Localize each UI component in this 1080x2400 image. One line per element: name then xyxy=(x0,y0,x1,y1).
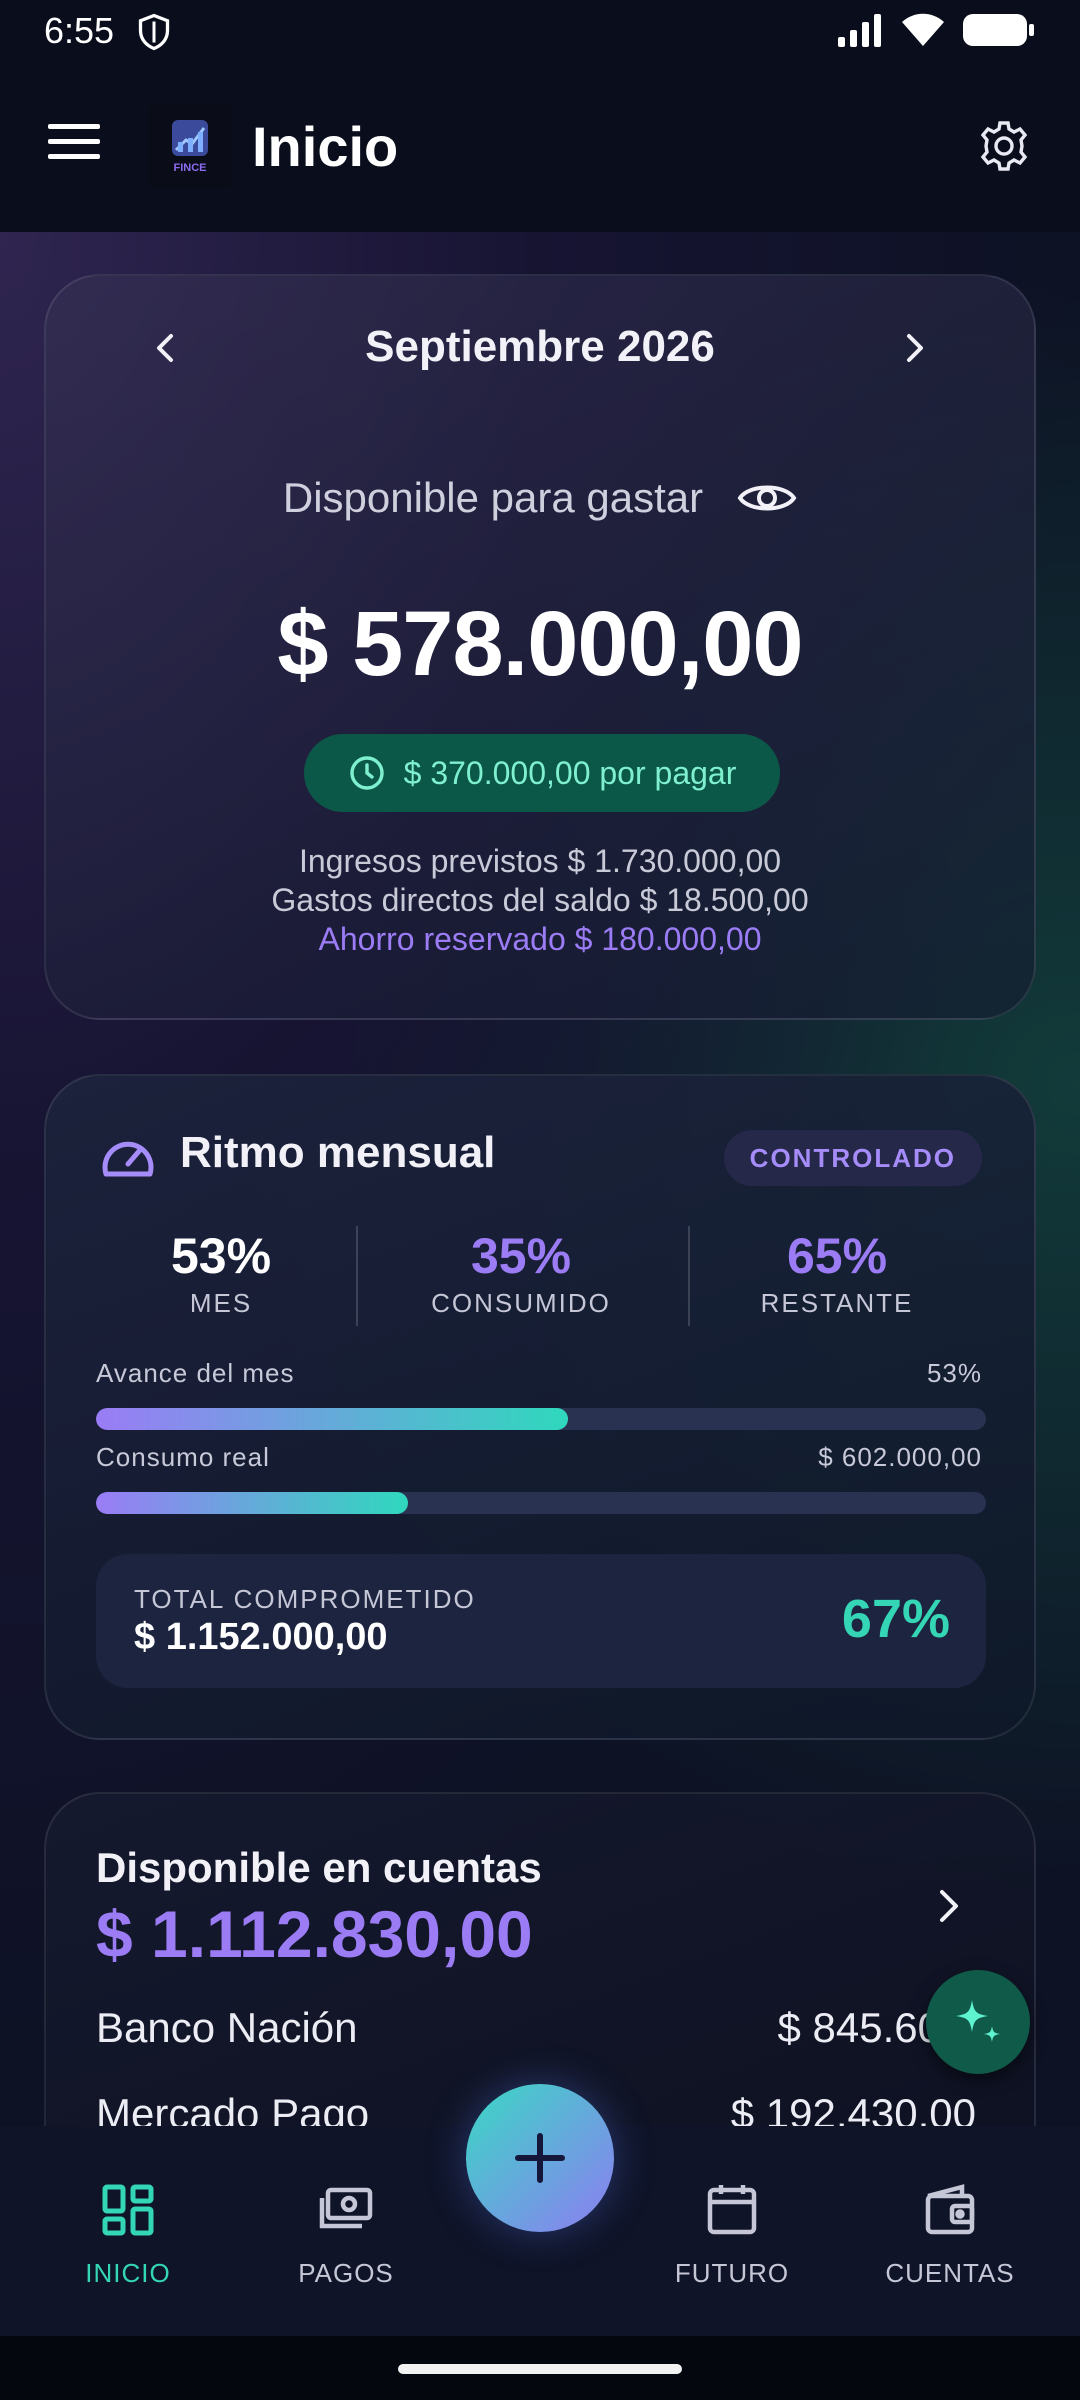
nav-item-cuentas[interactable]: CUENTAS xyxy=(842,2126,1058,2336)
monthly-rhythm-card: Ritmo mensual CONTROLADO 53% MES 35% CON… xyxy=(44,1074,1036,1740)
wallet-icon xyxy=(925,2184,975,2235)
consumption-bar xyxy=(96,1492,986,1514)
payments-icon xyxy=(319,2187,373,2229)
app-bar: FINCE Inicio xyxy=(0,64,1080,232)
month-progress-bar xyxy=(96,1408,986,1430)
month-breakdown: Ingresos previstos $ 1.730.000,00 Gastos… xyxy=(46,842,1034,959)
add-transaction-button[interactable] xyxy=(466,2084,614,2232)
signal-icon xyxy=(838,14,881,47)
app-logo: FINCE xyxy=(148,104,232,188)
account-balance: $ 192.430,00 xyxy=(730,2090,976,2126)
stat-consumed: 35% CONSUMIDO xyxy=(371,1226,671,1319)
gesture-bar xyxy=(0,2336,1080,2400)
plus-icon xyxy=(515,2133,565,2183)
shield-icon xyxy=(138,13,170,51)
stat-consumed-value: 35% xyxy=(470,1228,572,1284)
logo-graphic xyxy=(172,120,208,156)
stat-month-value: 53% xyxy=(170,1228,272,1284)
pending-amount: $ 370.000,00 por pagar xyxy=(403,754,737,791)
nav-item-pagos[interactable]: PAGOS xyxy=(238,2126,454,2336)
stat-remaining-value: 65% xyxy=(786,1228,888,1284)
main-content[interactable]: Septiembre 2026 Disponible para gastar $… xyxy=(0,232,1080,2126)
status-time: 6:55 xyxy=(44,10,115,51)
sparkle-icon xyxy=(956,2000,1000,2042)
nav-item-futuro[interactable]: FUTURO xyxy=(624,2126,840,2336)
accounts-total: $ 1.112.830,00 xyxy=(96,1897,533,1971)
nav-label: INICIO xyxy=(85,2258,171,2288)
menu-icon[interactable] xyxy=(48,122,100,162)
nav-label: FUTURO xyxy=(674,2258,790,2288)
stat-divider xyxy=(356,1226,358,1326)
stat-month: 53% MES xyxy=(71,1226,371,1319)
direct-expenses-line: Gastos directos del saldo $ 18.500,00 xyxy=(271,882,809,918)
accounts-card[interactable]: Disponible en cuentas $ 1.112.830,00 Ban… xyxy=(44,1792,1036,2126)
consumption-label: Consumo real xyxy=(96,1442,270,1472)
available-label: Disponible para gastar xyxy=(282,474,704,521)
nav-item-inicio[interactable]: INICIO xyxy=(20,2126,236,2336)
savings-line: Ahorro reservado $ 180.000,00 xyxy=(318,921,762,957)
nav-label: PAGOS xyxy=(298,2258,394,2288)
consumption-value: $ 602.000,00 xyxy=(818,1442,982,1472)
nav-label: CUENTAS xyxy=(885,2258,1015,2288)
stat-month-label: MES xyxy=(189,1288,253,1318)
logo-text: FINCE xyxy=(173,162,207,174)
chevron-right-icon[interactable] xyxy=(894,328,934,368)
total-committed-label: TOTAL COMPROMETIDO xyxy=(134,1584,476,1614)
clock-icon xyxy=(349,756,384,790)
gear-icon[interactable] xyxy=(976,118,1032,174)
month-progress-fill xyxy=(96,1408,568,1430)
wifi-icon xyxy=(902,13,944,46)
stat-remaining-label: RESTANTE xyxy=(760,1288,914,1318)
battery-icon xyxy=(963,14,1034,46)
month-progress-value: 53% xyxy=(926,1358,982,1388)
account-name: Mercado Pago xyxy=(96,2090,370,2126)
account-name: Banco Nación xyxy=(96,2004,358,2051)
calendar-icon xyxy=(707,2185,757,2235)
status-bar: 6:55 xyxy=(0,0,1080,64)
page-title: Inicio xyxy=(252,115,399,178)
dashboard-icon xyxy=(102,2184,154,2236)
consumption-fill xyxy=(96,1492,408,1514)
rhythm-title: Ritmo mensual xyxy=(180,1128,496,1177)
month-label: Septiembre 2026 xyxy=(365,322,715,371)
total-committed-amount: $ 1.152.000,00 xyxy=(134,1616,388,1658)
month-summary-card: Septiembre 2026 Disponible para gastar $… xyxy=(44,274,1036,1020)
available-row: Disponible para gastar xyxy=(46,474,1034,522)
ai-assistant-button[interactable] xyxy=(926,1970,1030,2074)
chevron-right-icon[interactable] xyxy=(930,1886,966,1926)
stat-remaining: 65% RESTANTE xyxy=(687,1226,987,1319)
income-line: Ingresos previstos $ 1.730.000,00 xyxy=(298,843,782,879)
pending-payments-pill[interactable]: $ 370.000,00 por pagar xyxy=(304,734,780,812)
eye-icon[interactable] xyxy=(737,478,797,518)
available-amount: $ 578.000,00 xyxy=(277,593,803,695)
total-committed-box: TOTAL COMPROMETIDO $ 1.152.000,00 67% xyxy=(96,1554,986,1688)
stat-consumed-label: CONSUMIDO xyxy=(431,1288,611,1318)
month-progress-label: Avance del mes xyxy=(96,1358,295,1388)
gauge-icon xyxy=(102,1141,154,1177)
status-badge: CONTROLADO xyxy=(723,1130,982,1186)
accounts-title: Disponible en cuentas xyxy=(96,1844,542,1891)
home-indicator[interactable] xyxy=(398,2364,682,2374)
total-committed-percent: 67% xyxy=(841,1589,950,1649)
